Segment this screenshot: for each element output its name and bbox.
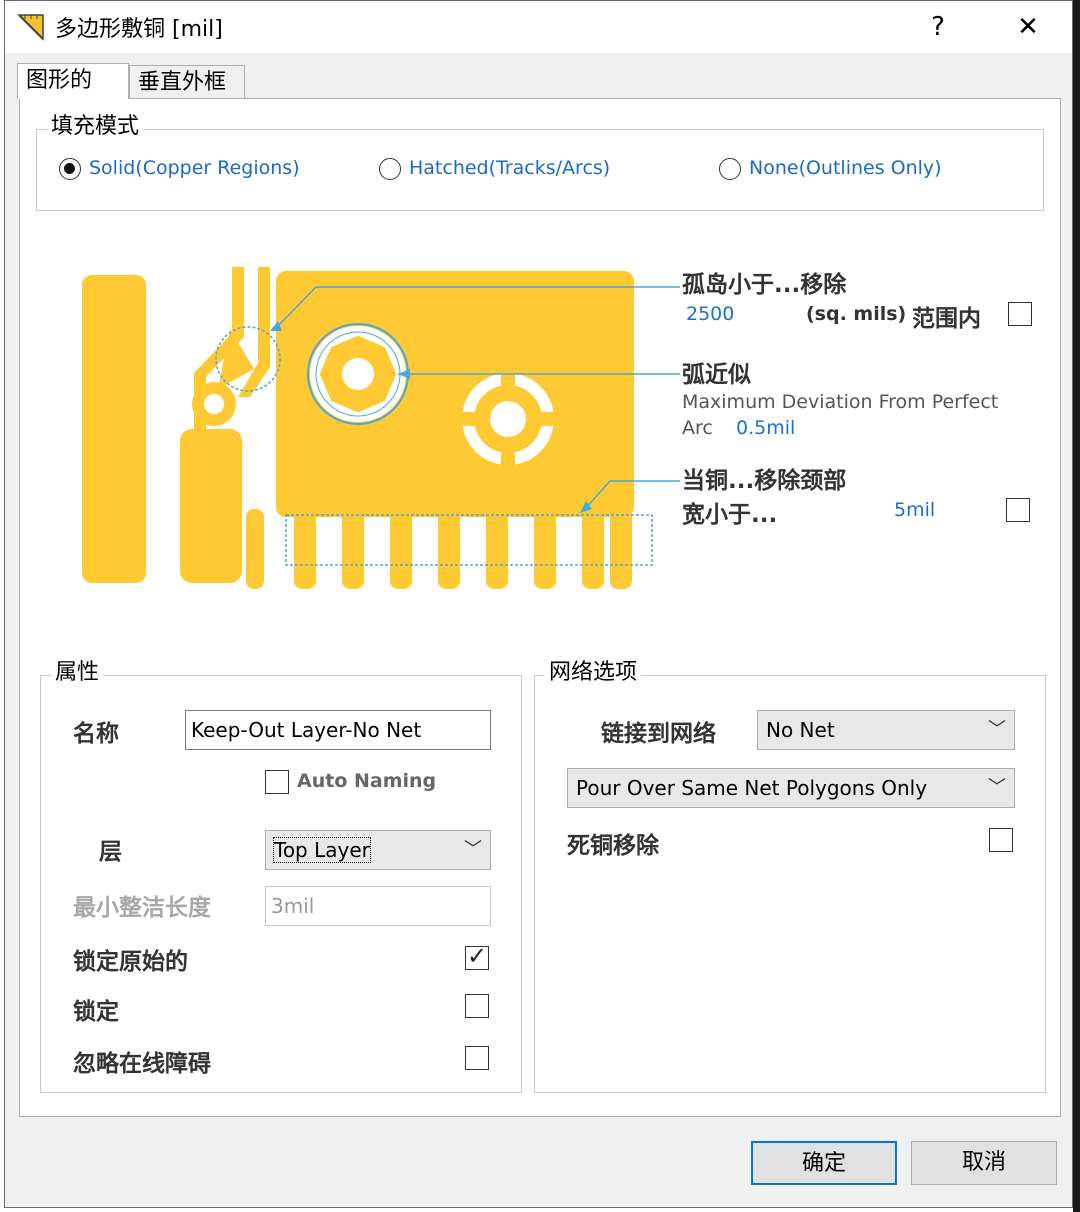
help-button[interactable]: ? [913, 7, 963, 47]
lock-primitives-label: 锁定原始的 [73, 949, 188, 975]
locked-label: 锁定 [73, 999, 119, 1025]
island-area-value[interactable]: 2500 [686, 303, 734, 325]
close-button[interactable]: ✕ [1003, 7, 1053, 47]
background-app-edge [1073, 0, 1080, 1212]
island-range-label: 范围内 [912, 306, 981, 332]
neck-heading: 当铜...移除颈部 [682, 468, 847, 494]
net-options-group: 网络选项 链接到网络 No Net ﹀ Pour Over Same Net P… [534, 660, 1046, 1093]
min-length-label: 最小整洁长度 [73, 895, 211, 921]
dialog-window: 多边形敷铜 [mil] ? ✕ 图形的 垂直外框 填充模式 Solid(Copp… [4, 0, 1073, 1208]
remove-dead-copper-checkbox[interactable] [989, 828, 1013, 852]
radio-none-label[interactable]: None(Outlines Only) [749, 157, 942, 179]
layer-select-value: Top Layer [273, 837, 371, 863]
window-title: 多边形敷铜 [mil] [55, 17, 223, 42]
tab-graphical[interactable]: 图形的 [17, 63, 129, 99]
neck-remove-checkbox[interactable] [1006, 498, 1030, 522]
arc-description: Maximum Deviation From Perfect [682, 391, 999, 413]
name-input[interactable]: Keep-Out Layer-No Net [185, 710, 491, 750]
fill-mode-label: 填充模式 [47, 114, 144, 140]
radio-solid[interactable] [59, 158, 81, 180]
radio-hatched-label[interactable]: Hatched(Tracks/Arcs) [409, 157, 610, 179]
properties-group: 属性 名称 Keep-Out Layer-No Net Auto Naming … [40, 660, 522, 1093]
net-select-value: No Net [766, 718, 835, 742]
neck-width-value[interactable]: 5mil [894, 499, 935, 521]
auto-naming-label[interactable]: Auto Naming [297, 770, 436, 792]
net-options-label: 网络选项 [545, 660, 642, 686]
remove-dead-copper-label: 死铜移除 [567, 833, 659, 859]
pour-over-select[interactable]: Pour Over Same Net Polygons Only ﹀ [567, 768, 1015, 808]
polygon-preview-diagram [82, 267, 680, 589]
layer-select[interactable]: Top Layer ﹀ [265, 830, 491, 870]
min-length-input: 3mil [265, 886, 491, 926]
arc-heading: 弧近似 [682, 362, 751, 388]
connect-net-label: 链接到网络 [601, 721, 716, 747]
radio-hatched[interactable] [379, 158, 401, 180]
chevron-down-icon: ﹀ [988, 719, 1006, 740]
title-bar: 多边形敷铜 [mil] ? ✕ [5, 1, 1072, 53]
fill-mode-group: 填充模式 Solid(Copper Regions) Hatched(Track… [36, 114, 1044, 211]
island-unit: (sq. mils) [806, 303, 907, 325]
tab-content-panel: 填充模式 Solid(Copper Regions) Hatched(Track… [19, 98, 1061, 1117]
arc-description-2: Arc [682, 417, 713, 439]
pour-over-select-value: Pour Over Same Net Polygons Only [576, 776, 928, 800]
properties-label: 属性 [51, 660, 104, 686]
cancel-button[interactable]: 取消 [911, 1141, 1057, 1185]
tab-outline[interactable]: 垂直外框 [129, 65, 245, 101]
lock-primitives-checkbox[interactable] [465, 942, 489, 970]
net-select[interactable]: No Net ﹀ [757, 710, 1015, 750]
island-remove-checkbox[interactable] [1008, 302, 1032, 326]
locked-checkbox[interactable] [465, 994, 489, 1018]
neck-heading-2: 宽小于... [682, 502, 778, 528]
ignore-drc-checkbox[interactable] [465, 1046, 489, 1070]
ignore-drc-label: 忽略在线障碍 [73, 1051, 211, 1077]
ok-button[interactable]: 确定 [751, 1141, 897, 1185]
auto-naming-checkbox[interactable] [265, 770, 289, 794]
radio-none[interactable] [719, 158, 741, 180]
radio-solid-label[interactable]: Solid(Copper Regions) [89, 157, 300, 179]
arc-deviation-value[interactable]: 0.5mil [736, 417, 795, 439]
island-heading: 孤岛小于...移除 [682, 272, 847, 298]
chevron-down-icon: ﹀ [988, 777, 1006, 798]
layer-label: 层 [99, 839, 122, 865]
name-label: 名称 [73, 721, 119, 747]
chevron-down-icon: ﹀ [464, 839, 482, 860]
polygon-pour-icon [17, 14, 44, 41]
